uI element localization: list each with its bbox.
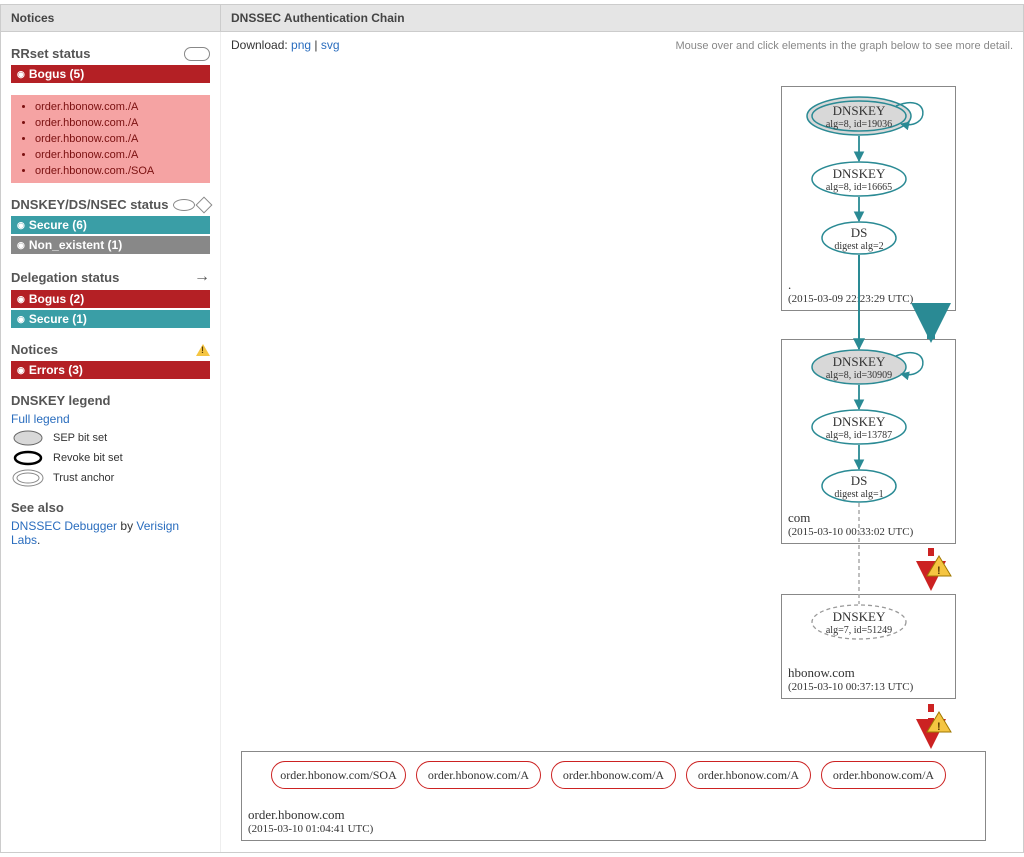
delegation-bogus-bar[interactable]: ◉ Bogus (2) <box>11 290 210 308</box>
graph[interactable]: . (2015-03-09 22:23:29 UTC) DNSKEY alg=8… <box>231 56 1013 846</box>
rrset-bogus-bar[interactable]: ◉ Bogus (5) <box>11 65 210 83</box>
delegation-status-title: Delegation status → <box>11 268 210 286</box>
expand-icon: ◉ <box>17 69 25 80</box>
notices-errors-bar[interactable]: ◉ Errors (3) <box>11 361 210 379</box>
main-panel: Download: png | svg Mouse over and click… <box>221 32 1023 852</box>
page: Notices DNSSEC Authentication Chain RRse… <box>0 4 1024 853</box>
rrset-item[interactable]: order.hbonow.com./A <box>35 131 200 147</box>
dnssec-debugger-link[interactable]: DNSSEC Debugger <box>11 519 117 533</box>
rrset-shape-icon <box>184 47 210 61</box>
full-legend-link[interactable]: Full legend <box>11 412 70 426</box>
warning-icon <box>196 344 210 356</box>
diamond-icon <box>196 196 213 213</box>
sidebar-header: Notices <box>1 5 221 31</box>
expand-icon: ◉ <box>17 294 25 305</box>
rrset-item[interactable]: order.hbonow.com./A <box>35 115 200 131</box>
legend-trust: Trust anchor <box>11 470 210 486</box>
dnskey-secure-bar[interactable]: ◉ Secure (6) <box>11 216 210 234</box>
expand-icon: ◉ <box>17 220 25 231</box>
seealso-title: See also <box>11 500 210 515</box>
rrset-item[interactable]: order.hbonow.com./A <box>35 147 200 163</box>
dnskey-nonexistent-bar[interactable]: ◉ Non_existent (1) <box>11 236 210 254</box>
seealso-line: DNSSEC Debugger by Verisign Labs. <box>11 519 210 547</box>
rrset-item[interactable]: order.hbonow.com./A <box>35 99 200 115</box>
expand-icon: ◉ <box>17 365 25 376</box>
svg-text:!: ! <box>937 721 941 733</box>
delegation-secure-bar[interactable]: ◉ Secure (1) <box>11 310 210 328</box>
rrset-bogus-items: order.hbonow.com./A order.hbonow.com./A … <box>11 95 210 183</box>
download-svg-link[interactable]: svg <box>321 38 340 52</box>
legend-revoke: Revoke bit set <box>11 450 210 466</box>
rrset-item[interactable]: order.hbonow.com./SOA <box>35 163 200 179</box>
rrset-status-title: RRset status <box>11 46 210 61</box>
graph-hint: Mouse over and click elements in the gra… <box>231 40 1013 52</box>
legend-sep: SEP bit set <box>11 430 210 446</box>
expand-icon: ◉ <box>17 314 25 325</box>
ellipse-icon <box>173 199 195 211</box>
dnskey-status-title: DNSKEY/DS/NSEC status <box>11 197 210 212</box>
notices-title: Notices <box>11 342 210 357</box>
legend-title: DNSKEY legend <box>11 393 210 408</box>
graph-edges: ! ! <box>231 56 1021 846</box>
arrow-right-icon: → <box>194 268 210 286</box>
main-header: DNSSEC Authentication Chain <box>221 5 1023 31</box>
header-row: Notices DNSSEC Authentication Chain <box>1 5 1023 32</box>
svg-text:!: ! <box>937 565 941 577</box>
download-png-link[interactable]: png <box>291 38 311 52</box>
sidebar: RRset status ◉ Bogus (5) order.hbonow.co… <box>1 32 221 852</box>
expand-icon: ◉ <box>17 240 25 251</box>
